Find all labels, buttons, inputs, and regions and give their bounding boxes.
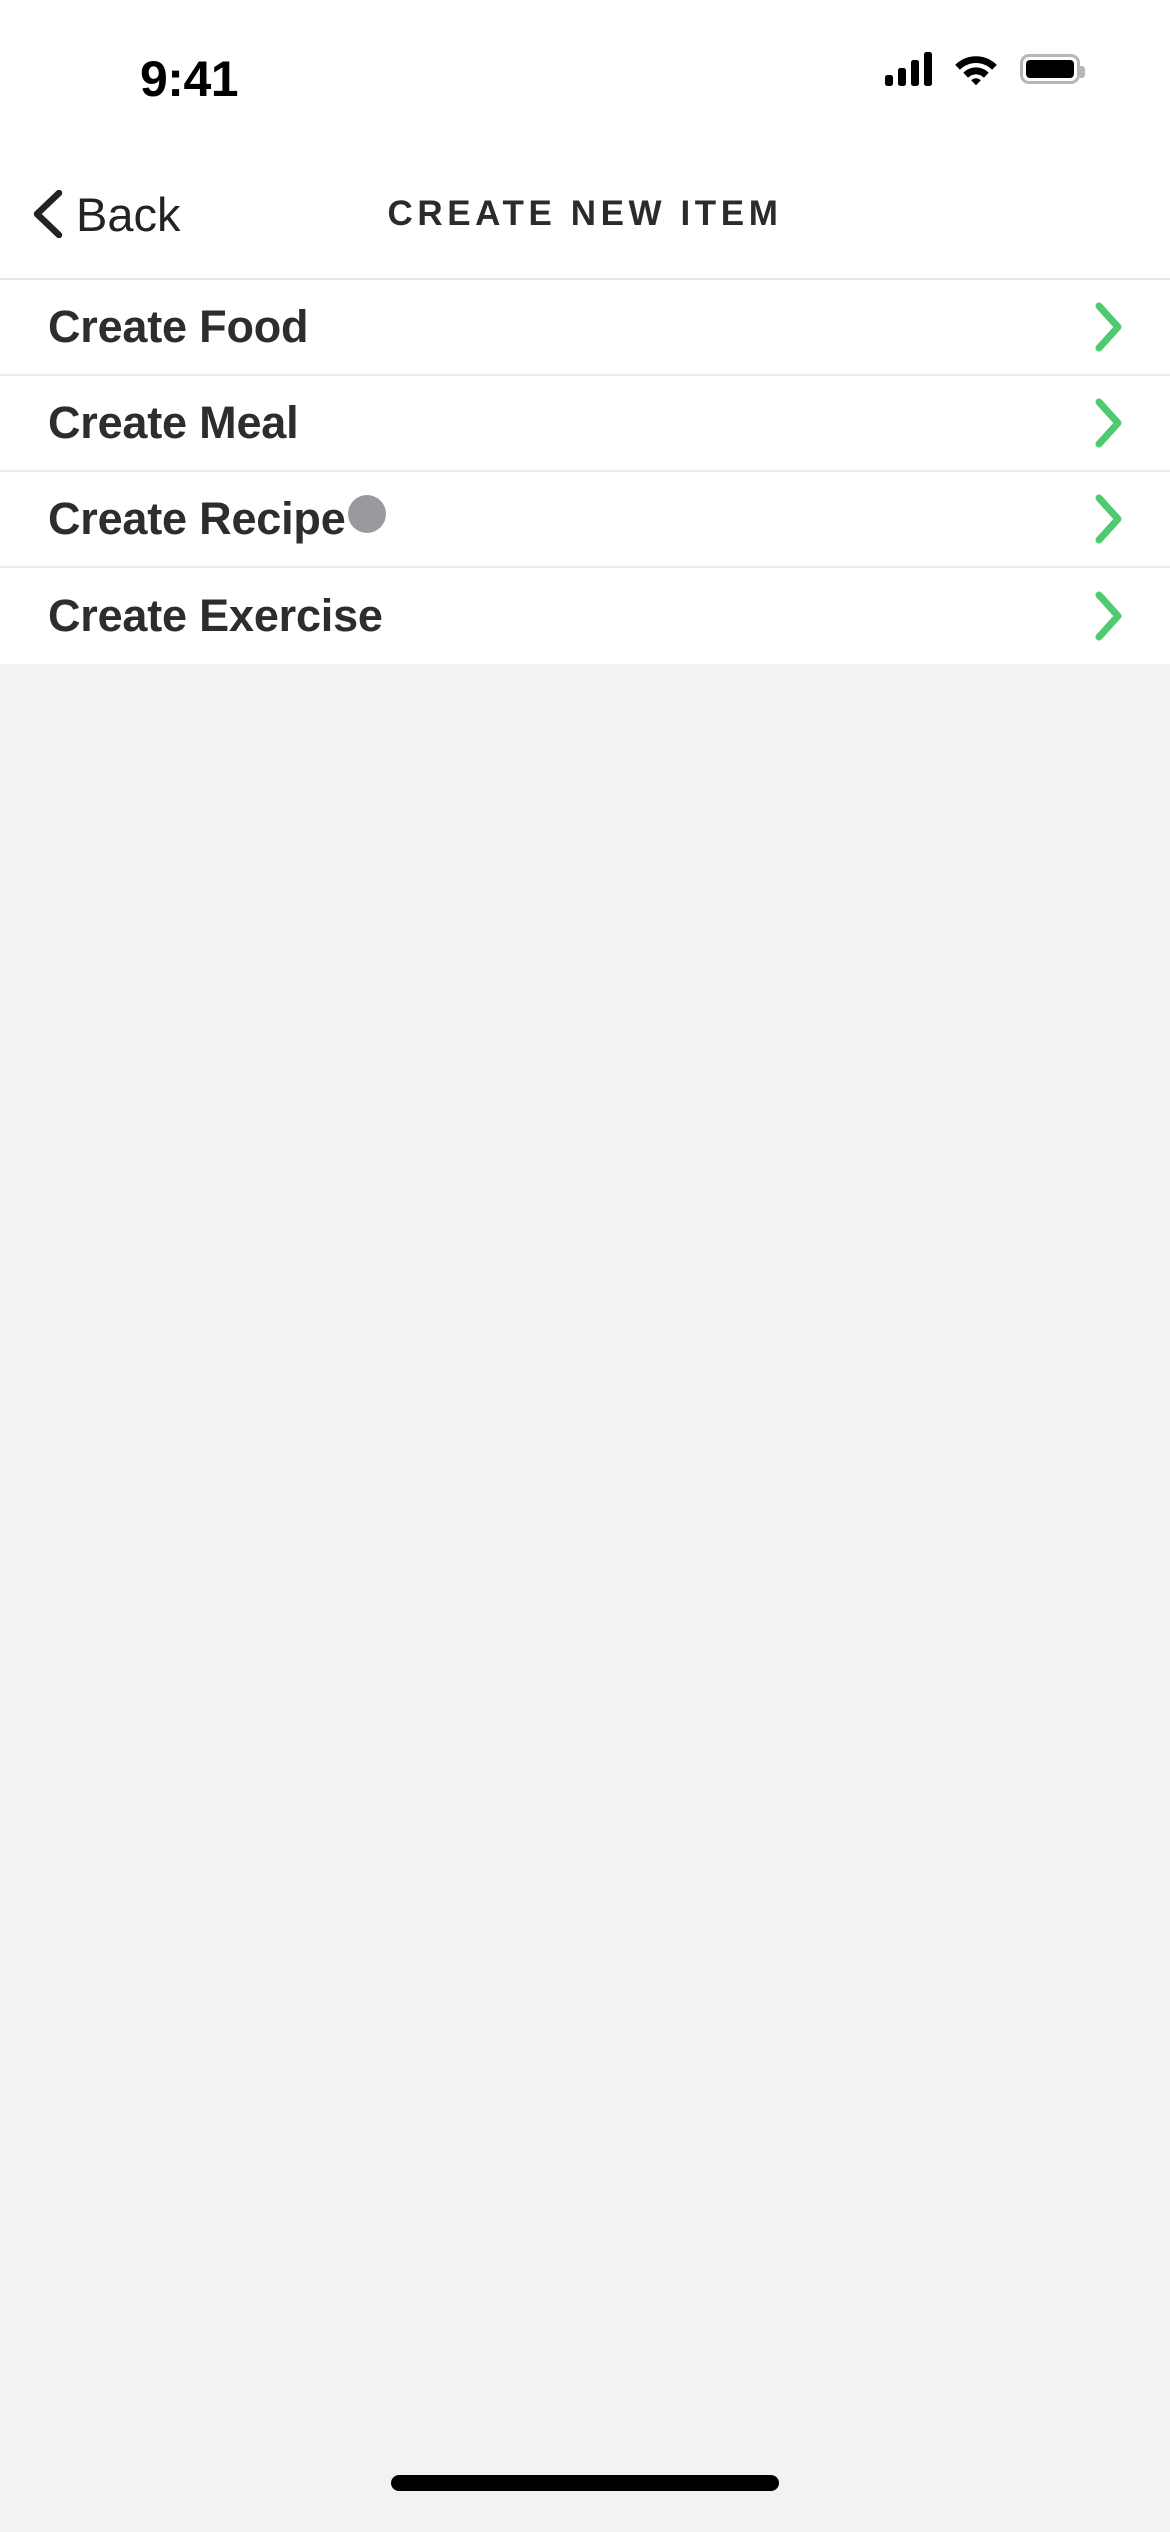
home-indicator[interactable]: [391, 2475, 779, 2491]
phone-screen: 9:41 Back CREATE NEW ITEM Create Food Cr…: [0, 0, 1170, 2532]
back-button[interactable]: Back: [22, 150, 197, 278]
chevron-right-icon: [1095, 302, 1122, 352]
navigation-bar: Back CREATE NEW ITEM: [0, 150, 1170, 280]
home-indicator-area: [0, 2452, 1170, 2532]
list-item-create-exercise[interactable]: Create Exercise: [0, 568, 1170, 664]
chevron-right-icon: [1095, 398, 1122, 448]
list-item-label: Create Food: [48, 301, 309, 352]
wifi-icon: [955, 56, 997, 86]
status-icons: [885, 52, 1085, 86]
chevron-left-icon: [33, 190, 63, 238]
chevron-right-icon: [1095, 494, 1122, 544]
battery-full-icon: [1020, 54, 1085, 84]
list-item-label: Create Recipe: [48, 493, 346, 544]
list-item-create-recipe[interactable]: Create Recipe: [0, 472, 1170, 568]
cellular-signal-icon: [885, 52, 932, 86]
status-bar: 9:41: [0, 0, 1170, 150]
back-label: Back: [76, 187, 181, 241]
create-item-list: Create Food Create Meal Create Recipe Cr…: [0, 280, 1170, 664]
list-item-create-meal[interactable]: Create Meal: [0, 376, 1170, 472]
list-item-label: Create Exercise: [48, 590, 383, 641]
chevron-right-icon: [1095, 591, 1122, 641]
empty-content-area: [0, 664, 1170, 2532]
list-item-label: Create Meal: [48, 397, 299, 448]
list-item-create-food[interactable]: Create Food: [0, 280, 1170, 376]
status-time: 9:41: [140, 51, 239, 107]
